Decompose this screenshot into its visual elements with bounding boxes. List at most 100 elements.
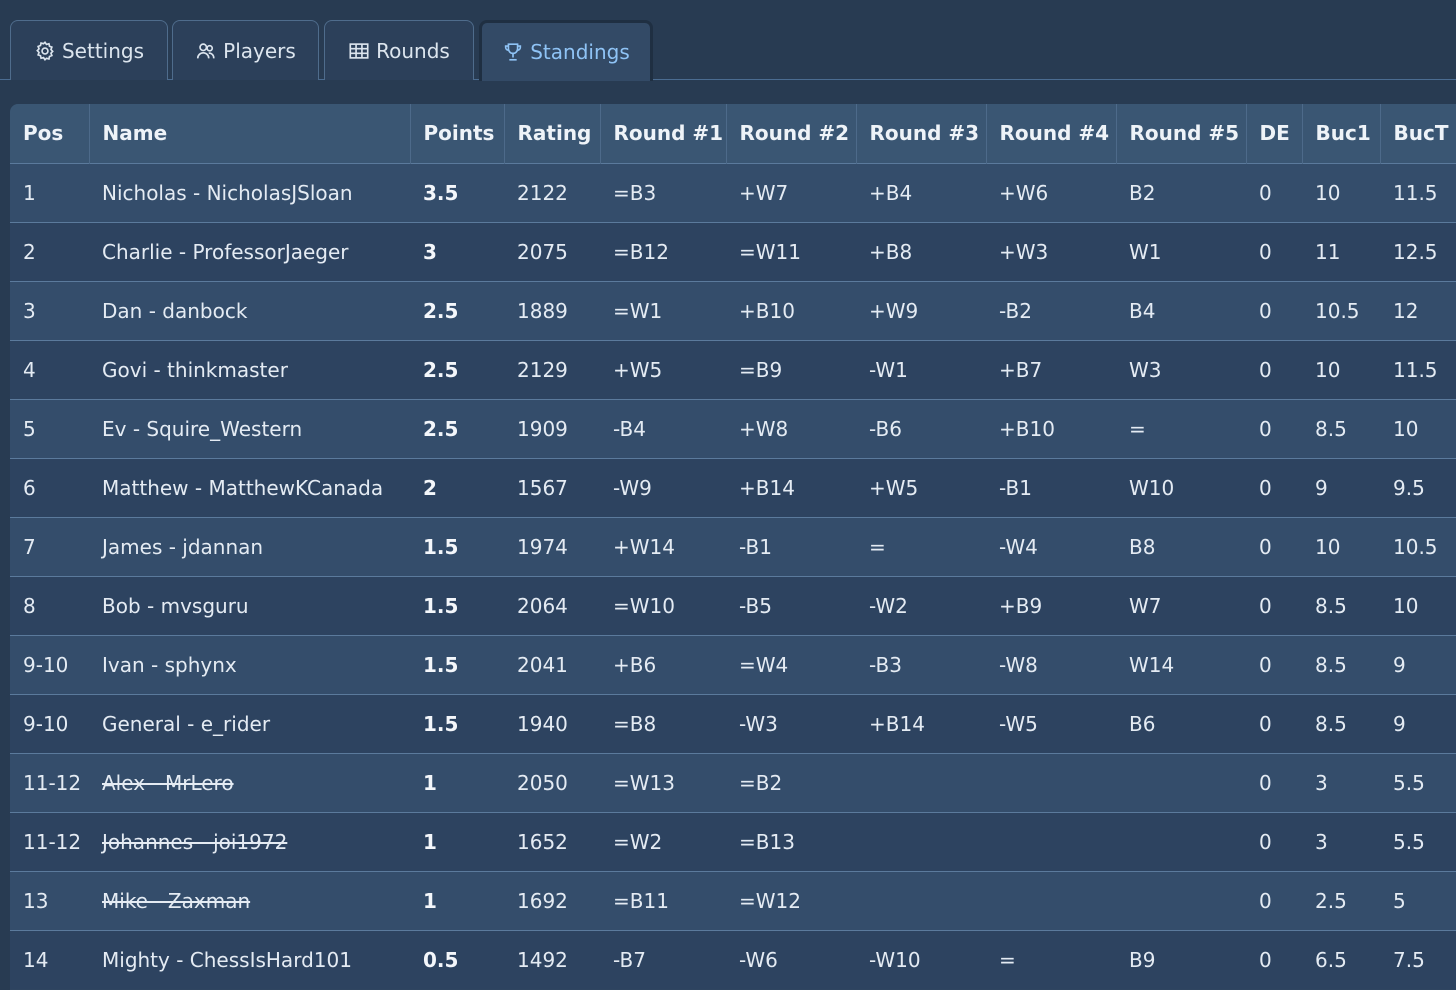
header-buct[interactable]: BucT <box>1380 104 1456 163</box>
buc1-cell: 2.5 <box>1315 888 1347 913</box>
round-1-cell: -B7 <box>613 947 646 972</box>
round-1-cell: =W13 <box>613 770 675 795</box>
rating-cell: 2050 <box>517 770 568 795</box>
round-3-cell: +B4 <box>869 180 913 205</box>
round-1-cell: -B4 <box>613 416 646 441</box>
header-round-5[interactable]: Round #5 <box>1116 104 1247 163</box>
de-cell: 0 <box>1259 416 1272 441</box>
round-3-cell: +B14 <box>869 711 925 736</box>
de-cell: 0 <box>1259 770 1272 795</box>
round-1-cell: =B3 <box>613 180 657 205</box>
buc1-cell: 8.5 <box>1315 593 1347 618</box>
table-row[interactable]: 11-12 Johannes - joi1972 1 1652 =W2 =B13 0 3 5.5 <box>10 812 1456 871</box>
tab-bar: Settings Players Rounds Standings <box>0 0 1456 81</box>
table-row[interactable]: 4 Govi - thinkmaster 2.5 2129 +W5 =B9 -W1 +B7 W3… <box>10 340 1456 399</box>
tab-settings-label: Settings <box>61 38 145 63</box>
table-row[interactable]: 3 Dan - danbock 2.5 1889 =W1 +B10 +W9 -B2 B4 0 10.… <box>10 281 1456 340</box>
buct-cell: 5 <box>1393 888 1406 913</box>
header-rating[interactable]: Rating <box>504 104 601 163</box>
table-row[interactable]: 8 Bob - mvsguru 1.5 2064 =W10 -B5 -W2 +B9 W7 0 8.5… <box>10 576 1456 635</box>
table-row[interactable]: 7 James - jdannan 1.5 1974 +W14 -B1 = -W4 B8 0 10 1… <box>10 517 1456 576</box>
header-round-3[interactable]: Round #3 <box>856 104 987 163</box>
buct-cell: 5.5 <box>1393 829 1425 854</box>
buct-cell: 9 <box>1393 652 1406 677</box>
round-2-cell: +W7 <box>739 180 789 205</box>
tab-standings[interactable]: Standings <box>479 20 653 81</box>
round-2-cell: +B14 <box>739 475 795 500</box>
table-row[interactable]: 13 Mike - Zaxman 1 1692 =B11 =W12 0 2.5 5 <box>10 871 1456 930</box>
buc1-cell: 8.5 <box>1315 711 1347 736</box>
table-row[interactable]: 5 Ev - Squire_Western 2.5 1909 -B4 +W8 -B6 +B10… <box>10 399 1456 458</box>
round-5-cell: B2 <box>1129 180 1156 205</box>
header-de[interactable]: DE <box>1246 104 1303 163</box>
tab-rounds[interactable]: Rounds <box>324 20 474 80</box>
round-3-cell <box>856 753 986 812</box>
points-cell: 1.5 <box>423 652 459 677</box>
round-3-cell: -W1 <box>869 357 908 382</box>
table-row[interactable]: 2 Charlie - ProfessorJaeger 3 2075 =B12 =W11 +… <box>10 222 1456 281</box>
round-5-cell: B4 <box>1129 298 1156 323</box>
buc1-cell: 10 <box>1315 180 1341 205</box>
round-4-cell: -W8 <box>999 652 1038 677</box>
round-5-cell: B6 <box>1129 711 1156 736</box>
de-cell: 0 <box>1259 829 1272 854</box>
header-buc1[interactable]: Buc1 <box>1302 104 1381 163</box>
table-row[interactable]: 1 Nicholas - NicholasJSloan 3.5 2122 =B3 +W7 +… <box>10 163 1456 222</box>
table-row[interactable]: 9-10 Ivan - sphynx 1.5 2041 +B6 =W4 -B3 -W8 W14 0… <box>10 635 1456 694</box>
buct-cell: 12.5 <box>1393 239 1438 264</box>
de-cell: 0 <box>1259 947 1272 972</box>
round-3-cell: -B3 <box>869 652 902 677</box>
tab-settings[interactable]: Settings <box>10 20 168 80</box>
buct-cell: 11.5 <box>1393 180 1438 205</box>
pos-cell: 8 <box>23 593 36 618</box>
header-pos[interactable]: Pos <box>10 104 90 163</box>
standings-table: Pos Name Points Rating Round #1 Round #2… <box>10 104 1456 989</box>
header-round-2[interactable]: Round #2 <box>726 104 857 163</box>
round-4-cell: +B7 <box>999 357 1043 382</box>
tab-players[interactable]: Players <box>172 20 319 80</box>
buc1-cell: 10 <box>1315 534 1341 559</box>
header-round-4[interactable]: Round #4 <box>986 104 1117 163</box>
player-name-text: Dan - danbock <box>102 298 248 323</box>
standings-table-container: Pos Name Points Rating Round #1 Round #2… <box>10 104 1456 990</box>
buct-cell: 12 <box>1393 298 1419 323</box>
rating-cell: 1692 <box>517 888 568 913</box>
round-4-cell <box>986 753 1116 812</box>
pos-cell: 6 <box>23 475 36 500</box>
player-name: Govi - thinkmaster <box>89 340 410 399</box>
tab-players-label: Players <box>223 38 296 63</box>
player-name-text: Ev - Squire_Western <box>102 416 303 441</box>
grid-icon <box>348 40 370 62</box>
buc1-cell: 8.5 <box>1315 652 1347 677</box>
points-cell: 1.5 <box>423 593 459 618</box>
header-points[interactable]: Points <box>410 104 505 163</box>
round-2-cell: =B13 <box>739 829 795 854</box>
table-row[interactable]: 9-10 General - e_rider 1.5 1940 =B8 -W3 +B14 -W… <box>10 694 1456 753</box>
player-name: Mike - Zaxman <box>89 871 410 930</box>
de-cell: 0 <box>1259 475 1272 500</box>
round-2-cell: =W12 <box>739 888 801 913</box>
player-name-text: Johannes - joi1972 <box>102 829 288 854</box>
header-name[interactable]: Name <box>89 104 411 163</box>
de-cell: 0 <box>1259 357 1272 382</box>
player-name: General - e_rider <box>89 694 410 753</box>
table-row[interactable]: 6 Matthew - MatthewKCanada 2 1567 -W9 +B14 +W5… <box>10 458 1456 517</box>
round-2-cell: =W4 <box>739 652 789 677</box>
rating-cell: 2064 <box>517 593 568 618</box>
points-cell: 2.5 <box>423 298 459 323</box>
player-name-text: Nicholas - NicholasJSloan <box>102 180 353 205</box>
header-round-1[interactable]: Round #1 <box>600 104 727 163</box>
round-5-cell: W7 <box>1129 593 1162 618</box>
pos-cell: 13 <box>23 888 49 913</box>
buc1-cell: 11 <box>1315 239 1341 264</box>
player-name-text: Bob - mvsguru <box>102 593 249 618</box>
round-1-cell: =W1 <box>613 298 663 323</box>
round-1-cell: +W5 <box>613 357 663 382</box>
player-name-text: Ivan - sphynx <box>102 652 237 677</box>
table-row[interactable]: 14 Mighty - ChessIsHard101 0.5 1492 -B7 -W6 -W… <box>10 930 1456 989</box>
round-5-cell: B9 <box>1129 947 1156 972</box>
buc1-cell: 3 <box>1315 829 1328 854</box>
points-cell: 2.5 <box>423 357 459 382</box>
table-row[interactable]: 11-12 Alex - MrLero 1 2050 =W13 =B2 0 3 5.5 <box>10 753 1456 812</box>
table-header-row: Pos Name Points Rating Round #1 Round #2… <box>10 104 1456 163</box>
